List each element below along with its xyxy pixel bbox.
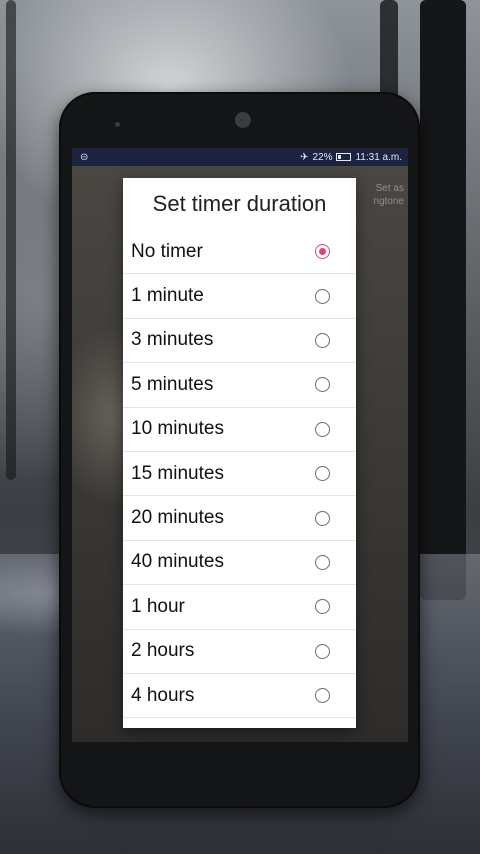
timer-option-label: 20 minutes: [131, 507, 224, 529]
timer-option[interactable]: 40 minutes: [123, 541, 356, 586]
timer-option[interactable]: 10 minutes: [123, 408, 356, 452]
timer-option[interactable]: No timer: [123, 230, 356, 275]
radio-checked-icon[interactable]: [315, 244, 330, 260]
timer-option-label: 1 minute: [131, 285, 204, 307]
timer-option-label: 4 hours: [131, 684, 195, 706]
timer-option[interactable]: 5 minutes: [123, 363, 356, 408]
radio-unchecked-icon[interactable]: [315, 643, 330, 659]
timer-option[interactable]: 15 minutes: [123, 452, 356, 497]
timer-option[interactable]: 1 minute: [123, 274, 356, 319]
timer-option-label: No timer: [131, 240, 203, 262]
status-right: ✈ 22% 11:31 a.m.: [300, 152, 402, 163]
radio-unchecked-icon[interactable]: [315, 688, 330, 704]
radio-unchecked-icon[interactable]: [315, 332, 330, 348]
radio-unchecked-icon[interactable]: [315, 421, 330, 437]
timer-option-label: 5 minutes: [131, 373, 214, 395]
timer-option[interactable]: 20 minutes: [123, 496, 356, 541]
dialog-title: Set timer duration: [152, 191, 327, 216]
timer-option-label: 2 hours: [131, 640, 195, 662]
timer-option-label: 40 minutes: [131, 551, 224, 573]
timer-option-label: 10 minutes: [131, 418, 224, 440]
radio-unchecked-icon[interactable]: [315, 599, 330, 615]
sensor-dot: [115, 122, 120, 127]
timer-option-label: 1 hour: [131, 595, 185, 617]
timer-option[interactable]: 1 hour: [123, 585, 356, 630]
status-time: 11:31 a.m.: [355, 151, 402, 163]
radio-unchecked-icon[interactable]: [315, 554, 330, 570]
airplane-icon: ✈: [300, 151, 309, 163]
radio-unchecked-icon[interactable]: [315, 288, 330, 304]
notification-icon: ⊝: [80, 151, 89, 163]
front-camera: [235, 112, 251, 128]
timer-option[interactable]: 4 hours: [123, 674, 356, 719]
timer-option-label: 15 minutes: [131, 462, 224, 484]
timer-duration-dialog: Set timer duration No timer 1 minute 3 min…: [123, 178, 356, 728]
tree-trunk: [6, 0, 16, 480]
battery-percent: 22%: [312, 151, 333, 163]
timer-option-label: 3 minutes: [131, 329, 214, 351]
timer-option[interactable]: 3 minutes: [123, 319, 356, 364]
radio-unchecked-icon[interactable]: [315, 466, 330, 482]
radio-unchecked-icon[interactable]: [315, 377, 330, 393]
timer-options-list: No timer 1 minute 3 minutes 5 minutes 10 min…: [123, 230, 356, 719]
timer-option[interactable]: 2 hours: [123, 630, 356, 674]
status-bar: ⊝ ✈ 22% 11:31 a.m.: [72, 148, 408, 166]
tree-trunk: [420, 0, 466, 600]
battery-icon: [336, 153, 352, 161]
radio-unchecked-icon[interactable]: [315, 510, 330, 526]
